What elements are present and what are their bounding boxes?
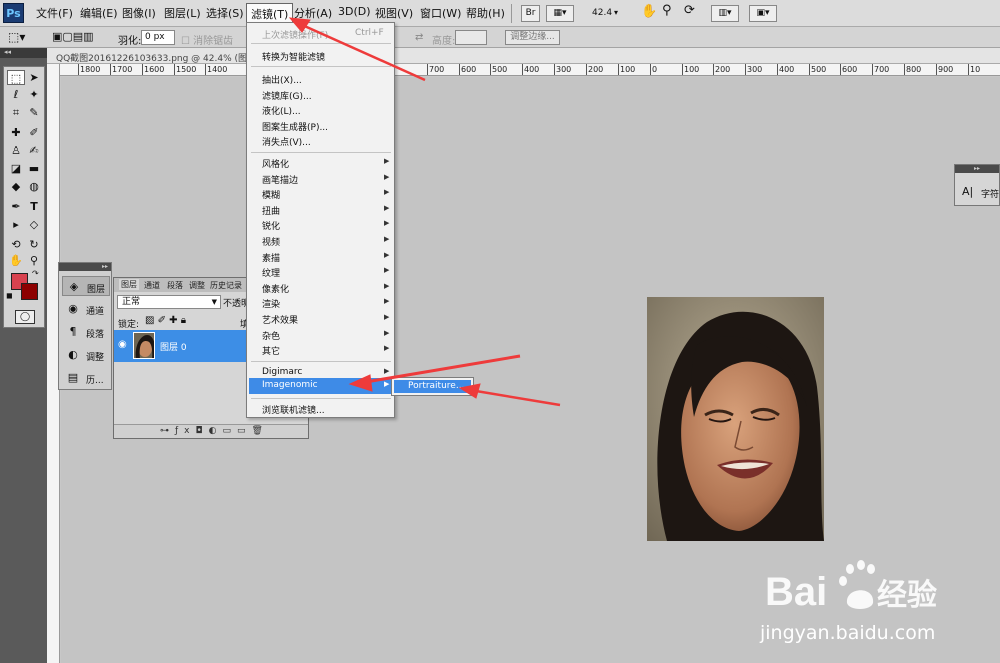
annotation-arrowhead <box>288 17 311 33</box>
svg-text:Bai: Bai <box>765 570 827 614</box>
svg-text:经验: 经验 <box>877 578 937 613</box>
annotation-arrow <box>359 354 521 385</box>
annotation-arrow <box>469 388 561 407</box>
baidu-jingyan-logo: Bai 经验 <box>765 555 945 620</box>
annotation-arrow <box>299 22 426 82</box>
annotation-arrowhead <box>348 374 373 392</box>
baidu-paw-logo: Bai 经验 <box>765 560 937 614</box>
watermark-url: jingyan.baidu.com <box>760 622 936 644</box>
annotation-arrowhead <box>458 383 481 399</box>
